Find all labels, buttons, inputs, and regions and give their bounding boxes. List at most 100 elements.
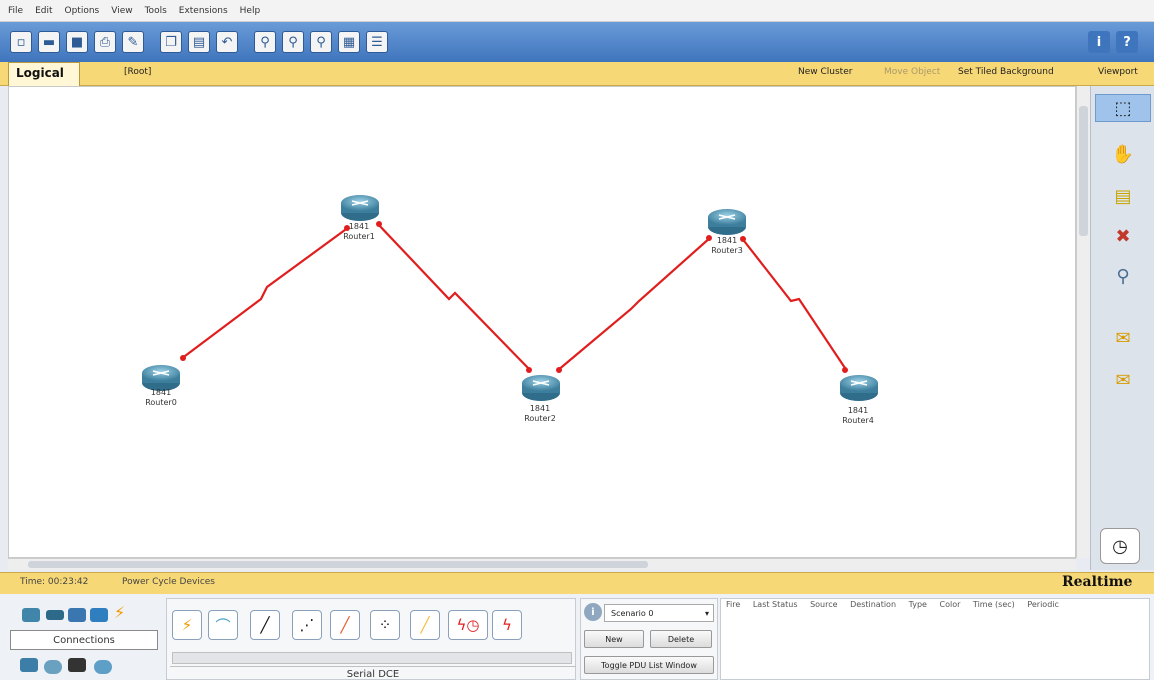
- horizontal-scroll-thumb[interactable]: [28, 561, 648, 568]
- connections-scrollbar[interactable]: [172, 652, 572, 664]
- col-type[interactable]: Type: [909, 600, 927, 609]
- custom-devices-category-icon[interactable]: [68, 658, 86, 672]
- router2-name: Router2: [524, 414, 556, 423]
- hubs-category-icon[interactable]: [68, 608, 86, 622]
- save-icon[interactable]: ■: [66, 31, 88, 53]
- pdu-table-header: Fire Last Status Source Destination Type…: [726, 600, 1069, 609]
- main-toolbar: ▫ ▬ ■ ⎙ ✎ ❐ ▤ ↶ ⚲ ⚲ ⚲ ▦ ☰ i ?: [0, 22, 1154, 62]
- phone-cable-icon[interactable]: ⁘: [370, 610, 400, 640]
- set-tiled-background-button[interactable]: Set Tiled Background: [958, 67, 1054, 77]
- menu-extensions[interactable]: Extensions: [179, 6, 228, 16]
- router2-model: 1841: [529, 404, 551, 413]
- copy-icon[interactable]: ❐: [160, 31, 182, 53]
- automatic-connection-icon[interactable]: ⚡: [172, 610, 202, 640]
- toggle-pdu-list-button[interactable]: Toggle PDU List Window: [584, 656, 714, 674]
- menu-edit[interactable]: Edit: [35, 6, 52, 16]
- new-file-icon[interactable]: ▫: [10, 31, 32, 53]
- col-color[interactable]: Color: [939, 600, 960, 609]
- logical-workspace[interactable]: [8, 86, 1076, 558]
- coaxial-cable-icon[interactable]: ╱: [410, 610, 440, 640]
- router3-model: 1841: [716, 236, 738, 245]
- col-last-status[interactable]: Last Status: [753, 600, 798, 609]
- menu-view[interactable]: View: [111, 6, 132, 16]
- workspace-vertical-scrollbar[interactable]: [1076, 86, 1090, 558]
- delete-scenario-button[interactable]: Delete: [650, 630, 712, 648]
- multiuser-category-icon[interactable]: [94, 660, 112, 674]
- wan-emulation-category-icon[interactable]: [44, 660, 62, 674]
- serial-link-r2-r3[interactable]: [556, 235, 712, 373]
- palette-icon[interactable]: ▦: [338, 31, 360, 53]
- serial-dte-icon[interactable]: ϟ: [492, 610, 522, 640]
- note-icon[interactable]: ▤: [1109, 182, 1137, 210]
- help-icon[interactable]: ?: [1116, 31, 1138, 53]
- switches-category-icon[interactable]: [46, 610, 64, 620]
- connections-category-icon[interactable]: ⚡: [114, 605, 132, 621]
- chevron-down-icon: ▾: [704, 608, 709, 618]
- viewport-button[interactable]: Viewport: [1098, 67, 1138, 77]
- console-cable-icon[interactable]: ⌒: [208, 610, 238, 640]
- routers-category-icon[interactable]: [22, 608, 40, 622]
- menu-file[interactable]: File: [8, 6, 23, 16]
- custom-device-icon[interactable]: ☰: [366, 31, 388, 53]
- router4-icon[interactable]: [840, 375, 878, 401]
- serial-link-r1-r2[interactable]: [376, 221, 532, 373]
- col-time[interactable]: Time (sec): [973, 600, 1015, 609]
- menu-bar: File Edit Options View Tools Extensions …: [0, 0, 1154, 22]
- wireless-category-icon[interactable]: [90, 608, 108, 622]
- topology-canvas[interactable]: [9, 87, 1077, 559]
- select-icon[interactable]: ⬚: [1095, 94, 1151, 122]
- router1-model: 1841: [348, 222, 370, 231]
- serial-dce-icon[interactable]: ϟ◷: [448, 610, 488, 640]
- inspect-icon[interactable]: ⚲: [1109, 262, 1137, 290]
- router4-name: Router4: [842, 416, 874, 425]
- copper-cross-over-icon[interactable]: ⋰: [292, 610, 322, 640]
- router1-icon[interactable]: [341, 195, 379, 221]
- workspace-horizontal-scrollbar[interactable]: [8, 558, 1076, 570]
- router1-label: 1841 Router1: [329, 222, 389, 242]
- zoom-in-icon[interactable]: ⚲: [254, 31, 276, 53]
- hand-icon[interactable]: ✋: [1109, 140, 1137, 168]
- vertical-scroll-thumb[interactable]: [1079, 106, 1088, 236]
- print-icon[interactable]: ⎙: [94, 31, 116, 53]
- serial-link-r0-r1[interactable]: [180, 225, 350, 361]
- open-folder-icon[interactable]: ▬: [38, 31, 60, 53]
- col-destination[interactable]: Destination: [850, 600, 896, 609]
- undo-icon[interactable]: ↶: [216, 31, 238, 53]
- col-periodic[interactable]: Periodic: [1027, 600, 1059, 609]
- router2-label: 1841 Router2: [510, 404, 570, 424]
- router0-model: 1841: [150, 388, 172, 397]
- col-source[interactable]: Source: [810, 600, 837, 609]
- copper-straight-through-icon[interactable]: ╱: [250, 610, 280, 640]
- move-object-button[interactable]: Move Object: [884, 67, 940, 77]
- end-devices-category-icon[interactable]: [20, 658, 38, 672]
- logical-label: Logical: [16, 66, 64, 80]
- router0-name: Router0: [145, 398, 177, 407]
- info-icon[interactable]: i: [1088, 31, 1110, 53]
- scenario-info-icon[interactable]: i: [584, 603, 602, 621]
- device-category-label: Connections: [10, 630, 158, 650]
- scenario-select[interactable]: Scenario 0 ▾: [604, 604, 714, 622]
- complex-pdu-icon[interactable]: ✉: [1109, 366, 1137, 394]
- paste-icon[interactable]: ▤: [188, 31, 210, 53]
- simple-pdu-icon[interactable]: ✉: [1109, 324, 1137, 352]
- serial-link-r3-r4[interactable]: [740, 236, 848, 373]
- router0-label: 1841 Router0: [131, 388, 191, 408]
- col-fire[interactable]: Fire: [726, 600, 740, 609]
- router3-icon[interactable]: [708, 209, 746, 235]
- selected-cable-label: Serial DCE: [170, 666, 576, 680]
- menu-options[interactable]: Options: [65, 6, 100, 16]
- delete-icon[interactable]: ✖: [1109, 222, 1137, 250]
- menu-help[interactable]: Help: [240, 6, 261, 16]
- router2-icon[interactable]: [522, 375, 560, 401]
- new-cluster-button[interactable]: New Cluster: [798, 67, 852, 77]
- router1-name: Router1: [343, 232, 375, 241]
- activity-wizard-icon[interactable]: ✎: [122, 31, 144, 53]
- root-breadcrumb[interactable]: [Root]: [124, 67, 151, 77]
- realtime-mode-icon[interactable]: ◷: [1100, 528, 1140, 564]
- zoom-reset-icon[interactable]: ⚲: [282, 31, 304, 53]
- fiber-icon[interactable]: ╱: [330, 610, 360, 640]
- zoom-out-icon[interactable]: ⚲: [310, 31, 332, 53]
- power-cycle-devices-button[interactable]: Power Cycle Devices: [122, 577, 215, 587]
- menu-tools[interactable]: Tools: [145, 6, 167, 16]
- new-scenario-button[interactable]: New: [584, 630, 644, 648]
